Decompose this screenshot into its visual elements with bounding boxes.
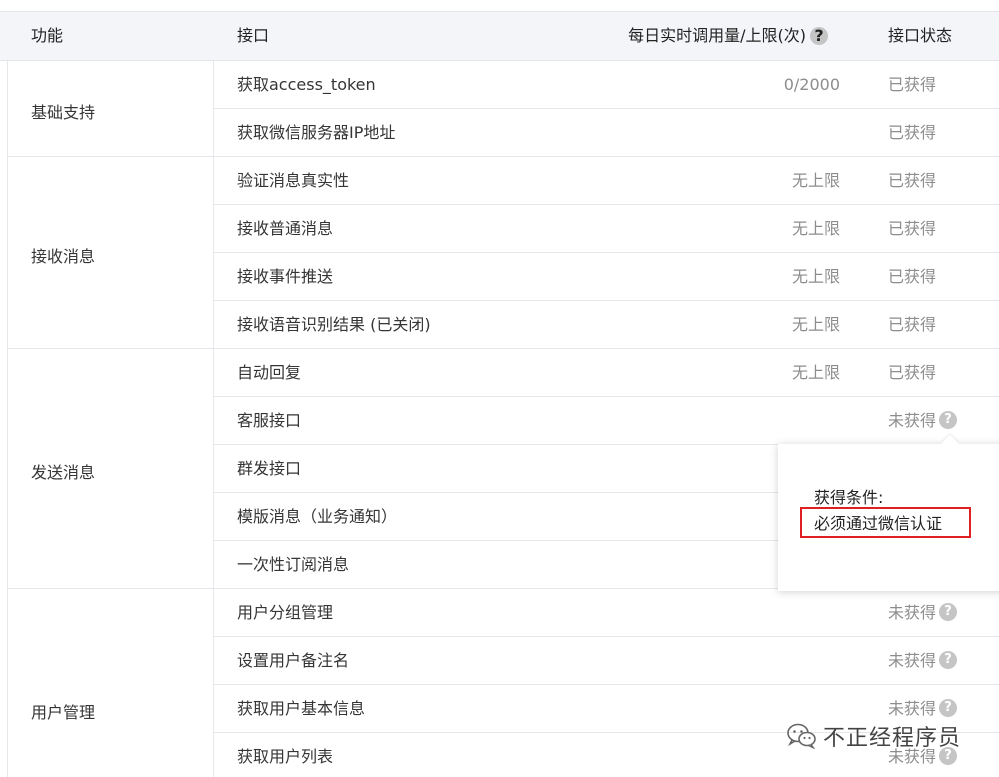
header-status: 接口状态 — [888, 26, 953, 45]
table-row: 用户分组管理 未获得? — [213, 589, 999, 637]
watermark: 不正经程序员 — [787, 720, 961, 752]
api-status: 未获得? — [888, 589, 958, 637]
api-status: 已获得 — [888, 109, 936, 157]
api-status: 已获得 — [888, 349, 936, 397]
api-status: 已获得 — [888, 157, 936, 205]
api-status: 已获得 — [888, 253, 936, 301]
api-quota: 无上限 — [791, 315, 840, 334]
table-header: 功能 接口 每日实时调用量/上限(次)? 接口状态 — [0, 11, 999, 61]
api-name: 模版消息（业务通知） — [237, 507, 398, 526]
status-text: 未获得 — [888, 603, 937, 622]
help-icon[interactable]: ? — [939, 410, 958, 429]
api-name: 设置用户备注名 — [237, 651, 350, 670]
api-quota: 无上限 — [791, 219, 840, 238]
group-basic-support: 基础支持 — [31, 103, 96, 122]
status-text: 未获得 — [888, 651, 937, 670]
status-text: 已获得 — [888, 363, 937, 382]
popover-title: 获得条件: — [814, 488, 884, 507]
api-name: 获取用户基本信息 — [237, 699, 366, 718]
api-quota: 无上限 — [791, 267, 840, 286]
table-row: 接收事件推送 无上限 已获得 — [213, 253, 999, 301]
table-row: 获取微信服务器IP地址 已获得 — [213, 109, 999, 157]
api-name: 接收普通消息 — [237, 219, 334, 238]
status-text: 未获得 — [888, 699, 937, 718]
api-status: 已获得 — [888, 205, 936, 253]
table-row: 获取access_token 0/2000 已获得 — [213, 61, 999, 109]
api-name: 获取用户列表 — [237, 747, 334, 766]
status-text: 未获得 — [888, 411, 937, 430]
wechat-icon — [787, 723, 817, 750]
group-send-message: 发送消息 — [31, 463, 96, 482]
api-name: 一次性订阅消息 — [237, 555, 350, 574]
status-text: 已获得 — [888, 123, 937, 142]
api-name: 自动回复 — [237, 363, 302, 382]
help-icon[interactable]: ? — [939, 602, 958, 621]
api-status: 未获得? — [888, 637, 958, 685]
group-user-management: 用户管理 — [31, 703, 96, 722]
api-quota: 0/2000 — [783, 75, 840, 94]
header-quota: 每日实时调用量/上限(次)? — [628, 12, 828, 60]
table-row: 设置用户备注名 未获得? — [213, 637, 999, 685]
table-row: 接收语音识别结果 (已关闭) 无上限 已获得 — [213, 301, 999, 349]
api-name: 接收语音识别结果 (已关闭) — [237, 315, 431, 334]
api-quota: 无上限 — [791, 363, 840, 382]
help-icon[interactable]: ? — [939, 698, 958, 717]
api-name: 群发接口 — [237, 459, 302, 478]
header-quota-label: 每日实时调用量/上限(次) — [628, 26, 806, 45]
status-text: 已获得 — [888, 267, 937, 286]
api-name: 获取access_token — [237, 75, 376, 94]
help-icon[interactable]: ? — [810, 26, 828, 45]
api-name: 获取微信服务器IP地址 — [237, 123, 396, 142]
status-text: 已获得 — [888, 171, 937, 190]
left-border — [7, 61, 8, 777]
status-text: 已获得 — [888, 315, 937, 334]
api-name: 验证消息真实性 — [237, 171, 350, 190]
status-text: 已获得 — [888, 219, 937, 238]
header-api: 接口 — [237, 26, 270, 45]
table-row: 验证消息真实性 无上限 已获得 — [213, 157, 999, 205]
api-name: 客服接口 — [237, 411, 302, 430]
api-quota: 无上限 — [791, 171, 840, 190]
watermark-text: 不正经程序员 — [823, 726, 962, 751]
highlight-box — [800, 507, 971, 538]
table-row: 客服接口 未获得? — [213, 397, 999, 445]
api-name: 接收事件推送 — [237, 267, 334, 286]
api-name: 用户分组管理 — [237, 603, 334, 622]
api-status: 已获得 — [888, 61, 936, 109]
api-status: 已获得 — [888, 301, 936, 349]
help-icon[interactable]: ? — [939, 650, 958, 669]
status-text: 已获得 — [888, 75, 937, 94]
header-func: 功能 — [31, 26, 64, 45]
table-row: 自动回复 无上限 已获得 — [213, 349, 999, 397]
group-receive-message: 接收消息 — [31, 247, 96, 266]
table-row: 接收普通消息 无上限 已获得 — [213, 205, 999, 253]
